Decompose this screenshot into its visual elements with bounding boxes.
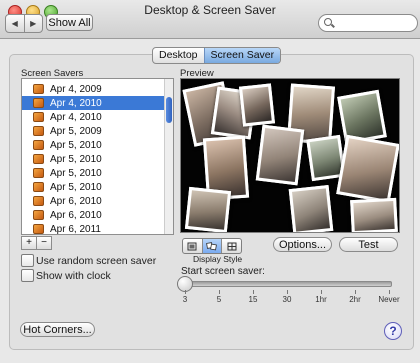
display-style-slideshow[interactable] [183,239,202,253]
mosaic-icon [227,242,237,250]
slider-tick-label: Never [378,295,400,304]
photo-album-icon [33,196,44,206]
list-item[interactable]: Apr 5, 2009 [22,124,165,138]
hot-corners-button[interactable]: Hot Corners... [20,322,95,337]
slider-tick-label: 15 [248,295,258,304]
slider-tick [287,290,288,294]
list-item[interactable]: Apr 5, 2010 [22,152,165,166]
help-icon: ? [389,324,397,338]
slider-tick-label: 30 [282,295,292,304]
random-screen-saver-label: Use random screen saver [36,255,157,267]
list-item-selected[interactable]: Apr 4, 2010 [22,96,165,110]
back-button[interactable]: ◀ [6,15,24,32]
slider-tick-label: 2hr [349,295,361,304]
slider-tick [185,290,186,294]
slider-tick-label: 5 [216,295,222,304]
remove-button[interactable]: − [37,236,52,250]
list-item[interactable]: Apr 6, 2011 [22,222,165,234]
list-item[interactable]: Apr 6, 2010 [22,208,165,222]
scrollbar-thumb[interactable] [166,97,172,123]
add-remove-controls: + − [21,236,52,250]
photo-album-icon [33,126,44,136]
display-style-label: Display Style [193,254,243,264]
slider-tick [389,290,390,294]
display-style-control [182,238,242,254]
help-button[interactable]: ? [384,322,402,340]
options-button[interactable]: Options... [273,237,332,252]
slider-tick [219,290,220,294]
display-style-collage[interactable] [201,239,222,253]
screen-saver-list[interactable]: Apr 4, 2009 Apr 4, 2010 Apr 4, 2010 Apr … [21,78,174,235]
search-icon [324,18,332,26]
slider-tick-label: 3 [182,295,188,304]
random-screen-saver-checkbox[interactable] [21,254,34,267]
nav-back-forward: ◀ ▶ [5,14,43,33]
test-button[interactable]: Test [339,237,398,252]
preview-photo [255,124,305,186]
list-item[interactable]: Apr 4, 2010 [22,110,165,124]
list-item[interactable]: Apr 6, 2010 [22,194,165,208]
show-clock-label: Show with clock [36,270,111,282]
photo-album-icon [33,210,44,220]
preview-photo [337,89,387,145]
search-field[interactable] [318,14,418,32]
list-scrollbar[interactable] [164,79,173,234]
list-item[interactable]: Apr 5, 2010 [22,180,165,194]
slider-tick [253,290,254,294]
preview-area [180,78,400,233]
start-slider-track[interactable] [185,281,392,287]
collage-icon [206,241,217,250]
photo-album-icon [33,182,44,192]
list-item[interactable]: Apr 4, 2009 [22,82,165,96]
photo-album-icon [33,84,44,94]
list-item[interactable]: Apr 5, 2010 [22,138,165,152]
preview-photo [288,185,334,232]
photo-album-icon [33,98,44,108]
start-screen-saver-label: Start screen saver: [181,266,265,277]
forward-button[interactable]: ▶ [23,15,43,32]
photo-album-icon [33,154,44,164]
photo-album-icon [33,112,44,122]
list-item[interactable]: Apr 5, 2010 [22,166,165,180]
preview-photo [184,186,232,232]
add-button[interactable]: + [21,236,37,250]
tab-bar: Desktop Screen Saver [152,47,282,64]
show-clock-checkbox[interactable] [21,269,34,282]
slider-tick-label: 1hr [315,295,327,304]
photo-album-icon [33,140,44,150]
preview-photo [238,83,276,127]
display-style-mosaic[interactable] [221,239,241,253]
tab-screen-saver[interactable]: Screen Saver [203,48,281,63]
slideshow-icon [187,242,197,250]
tab-desktop[interactable]: Desktop [153,48,204,63]
preview-photo [350,197,398,232]
title-bar: Desktop & Screen Saver ◀ ▶ Show All [0,0,420,39]
slider-tick [355,290,356,294]
show-all-button[interactable]: Show All [46,14,93,31]
preview-photo [336,134,399,204]
slider-tick [321,290,322,294]
photo-album-icon [33,168,44,178]
photo-album-icon [33,224,44,234]
